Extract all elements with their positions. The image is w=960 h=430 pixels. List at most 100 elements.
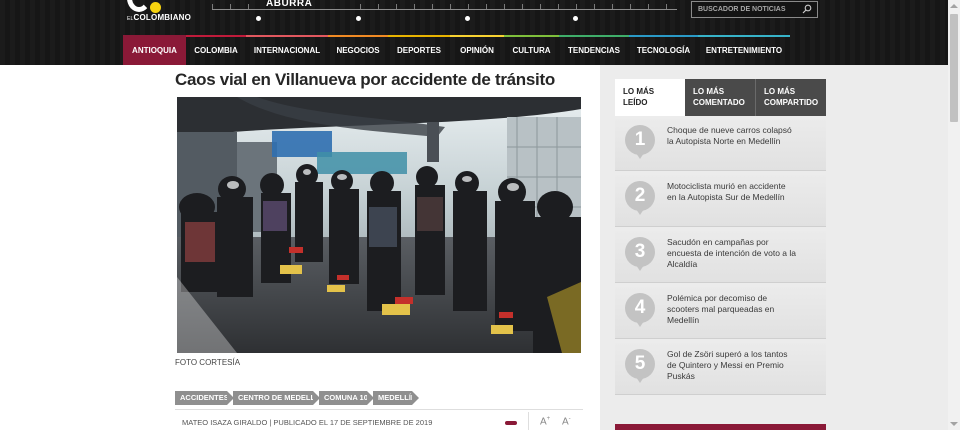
nav-label: OPINIÓN — [460, 46, 494, 55]
timeline-tick — [378, 4, 379, 9]
nav-color-bar — [504, 35, 559, 37]
nav-color-bar — [450, 35, 504, 37]
timeline-tick — [212, 4, 213, 9]
traffic-photo-image — [177, 97, 581, 353]
tab-lo-mas-compartido[interactable]: LO MÁS COMPARTIDO — [755, 79, 826, 116]
nav-color-bar — [629, 35, 698, 37]
scrollbar-thumb[interactable] — [950, 14, 958, 122]
timeline-tick — [576, 4, 577, 9]
article-headline: Caos vial en Villanueva por accidente de… — [175, 70, 555, 89]
nav-label: CULTURA — [512, 46, 551, 55]
nav-item-negocios[interactable]: NEGOCIOS — [328, 35, 388, 65]
font-increase-button[interactable]: A+ — [540, 416, 550, 427]
timeline-tick — [522, 4, 523, 9]
timeline-tick — [432, 4, 433, 9]
timeline-tick — [396, 4, 397, 9]
tab-label: LO MÁS COMENTADO — [693, 87, 745, 107]
nav-label: DEPORTES — [396, 46, 441, 55]
logo-wordmark: ELCOLOMBIANO — [127, 13, 192, 22]
nav-item-opinion[interactable]: OPINIÓN — [450, 35, 504, 65]
search-icon[interactable] — [802, 4, 812, 14]
ranked-item[interactable]: 3 Sacudón en campañas por encuesta de in… — [615, 231, 826, 283]
photo-caption: FOTO CORTESÍA — [175, 358, 241, 367]
tag-centro-de-medellin[interactable]: CENTRO DE MEDELLÍN — [233, 391, 323, 405]
comments-badge[interactable] — [505, 421, 517, 425]
tag-accidentes[interactable]: ACCIDENTES — [175, 391, 234, 405]
nav-item-tecnologia[interactable]: TECNOLOGÍA — [629, 35, 698, 65]
search-input[interactable] — [698, 4, 793, 15]
sidebar-next-module-bar — [615, 424, 826, 430]
article-byline: MATEO ISAZA GIRALDO | PUBLICADO EL 17 DE… — [182, 418, 433, 427]
ranked-item[interactable]: 4 Polémica por decomiso de scooters mal … — [615, 287, 826, 339]
ranked-item[interactable]: 2 Motociclista murió en accidente en la … — [615, 175, 826, 227]
rank-badge: 3 — [625, 237, 655, 271]
nav-color-bar — [246, 35, 328, 37]
timeline-tick — [360, 4, 361, 9]
article-photo[interactable] — [177, 97, 581, 353]
timeline-tick — [630, 4, 631, 9]
el-colombiano-logo[interactable]: ELCOLOMBIANO — [127, 0, 197, 24]
tag-medellin[interactable]: MEDELLÍN — [373, 391, 419, 405]
search-box — [691, 1, 818, 18]
rank-badge: 1 — [625, 125, 655, 159]
tag-comuna-10[interactable]: COMUNA 10 — [319, 391, 374, 405]
nav-color-bar — [328, 35, 388, 37]
timeline-tick — [486, 4, 487, 9]
ranked-item-title[interactable]: Choque de nueve carros colapsó la Autopi… — [667, 125, 797, 147]
nav-color-bar — [698, 35, 790, 37]
timeline-tick — [468, 4, 469, 9]
rank-badge: 4 — [625, 293, 655, 327]
timeline-line — [212, 9, 677, 10]
nav-item-internacional[interactable]: INTERNACIONAL — [246, 35, 328, 65]
nav-color-bar — [123, 35, 186, 37]
timeline-dot[interactable] — [256, 16, 261, 21]
nav-item-entretenimiento[interactable]: ENTRETENIMIENTO — [698, 35, 790, 65]
nav-label: INTERNACIONAL — [253, 46, 321, 55]
timeline-label: ABURRA — [266, 0, 313, 9]
logo-mark — [127, 0, 151, 12]
nav-label: TECNOLOGÍA — [636, 46, 691, 55]
nav-label: TENDENCIAS — [567, 46, 620, 55]
nav-item-cultura[interactable]: CULTURA — [504, 35, 559, 65]
timeline-tick — [248, 4, 249, 9]
rank-badge: 5 — [625, 349, 655, 383]
nav-item-tendencias[interactable]: TENDENCIAS — [559, 35, 629, 65]
meta-separator — [528, 412, 529, 430]
tab-lo-mas-comentado[interactable]: LO MÁS COMENTADO — [685, 79, 755, 116]
timeline-tick — [648, 4, 649, 9]
timeline-tick — [594, 4, 595, 9]
scroll-down-arrow-icon[interactable] — [950, 422, 958, 426]
timeline-tick — [230, 4, 231, 9]
nav-item-antioquia[interactable]: ANTIOQUIA — [123, 35, 186, 65]
timeline-dot[interactable] — [573, 16, 578, 21]
ranked-item-title[interactable]: Gol de Zsöri superó a los tantos de Quin… — [667, 349, 797, 383]
tab-label: LO MÁS LEÍDO — [623, 87, 655, 107]
tab-label: LO MÁS COMPARTIDO — [764, 87, 819, 107]
meta-divider — [175, 409, 583, 410]
timeline-tick — [612, 4, 613, 9]
nav-color-bar — [186, 35, 246, 37]
timeline-dot[interactable] — [465, 16, 470, 21]
timeline-tick — [450, 4, 451, 9]
ranked-item-title[interactable]: Polémica por decomiso de scooters mal pa… — [667, 293, 797, 327]
region-timeline: ABURRA — [212, 0, 677, 22]
timeline-dot[interactable] — [356, 16, 361, 21]
ranked-item[interactable]: 5 Gol de Zsöri superó a los tantos de Qu… — [615, 343, 826, 395]
font-decrease-button[interactable]: A- — [562, 416, 571, 427]
timeline-tick — [540, 4, 541, 9]
ranked-item-title[interactable]: Sacudón en campañas por encuesta de inte… — [667, 237, 797, 271]
timeline-tick — [504, 4, 505, 9]
timeline-tick — [666, 4, 667, 9]
nav-label: COLOMBIA — [194, 46, 238, 55]
section-nav: ANTIOQUIA COLOMBIA INTERNACIONAL NEGOCIO… — [0, 35, 948, 65]
tab-lo-mas-leido[interactable]: LO MÁS LEÍDO — [615, 79, 685, 116]
ranked-item[interactable]: 1 Choque de nueve carros colapsó la Auto… — [615, 119, 826, 171]
ranked-item-title[interactable]: Motociclista murió en accidente en la Au… — [667, 181, 797, 203]
nav-color-bar — [388, 35, 450, 37]
nav-item-colombia[interactable]: COLOMBIA — [186, 35, 246, 65]
timeline-tick — [558, 4, 559, 9]
page-scrollbar[interactable] — [948, 0, 960, 430]
timeline-tick — [414, 4, 415, 9]
nav-item-deportes[interactable]: DEPORTES — [388, 35, 450, 65]
scroll-up-arrow-icon[interactable] — [950, 4, 958, 8]
